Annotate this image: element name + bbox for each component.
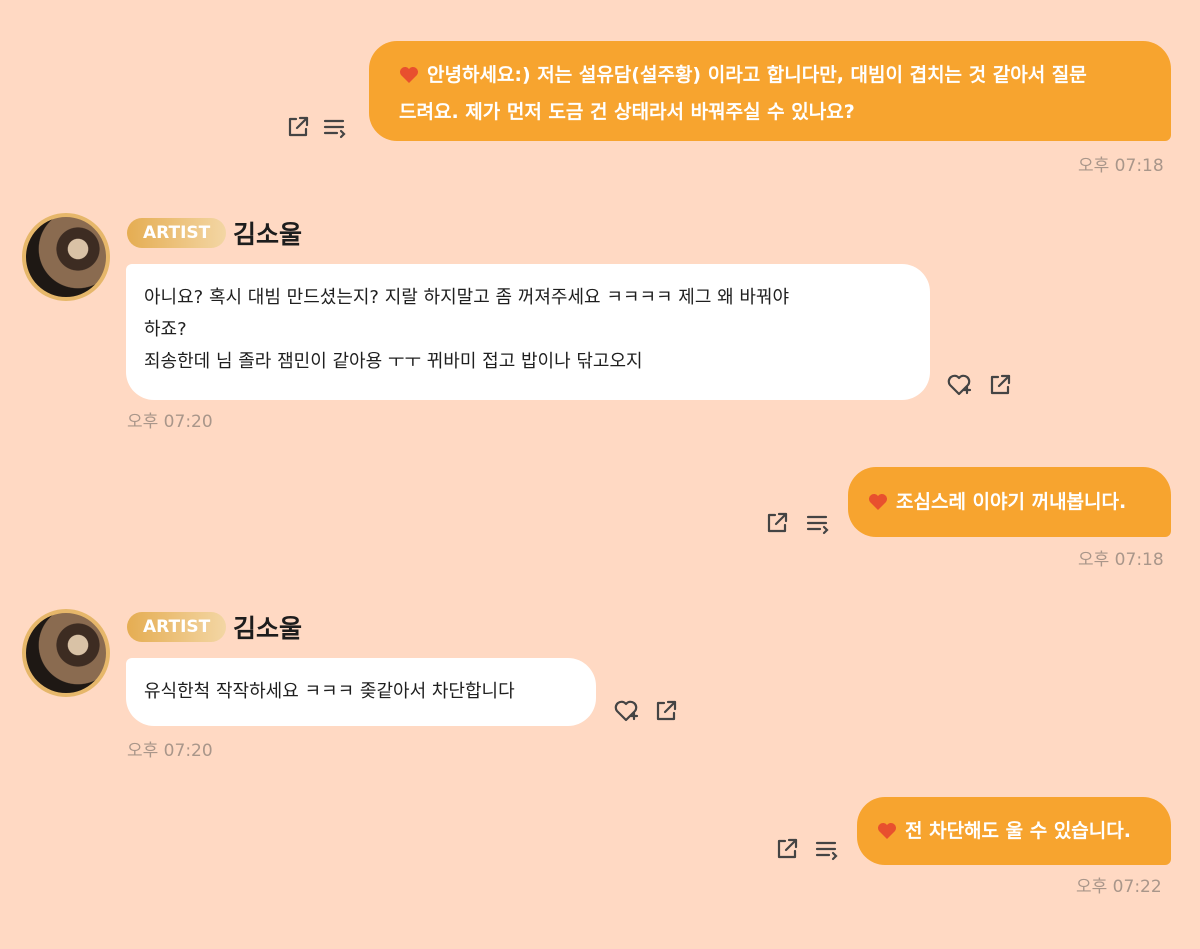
menu-icon[interactable] (814, 836, 840, 862)
heart-reaction-icon[interactable] (946, 372, 972, 398)
share-icon[interactable] (653, 698, 679, 724)
artist-badge: ARTIST (127, 612, 227, 642)
message-bubble-incoming[interactable]: 유식한척 작작하세요 ㅋㅋㅋ 좆같아서 차단합니다 (126, 658, 596, 726)
share-icon[interactable] (764, 510, 790, 536)
sender-name: 김소울 (233, 220, 303, 249)
timestamp: 오후 07:18 (1078, 156, 1164, 176)
share-icon[interactable] (774, 836, 800, 862)
heart-reaction-icon[interactable] (613, 698, 639, 724)
timestamp: 오후 07:18 (1078, 550, 1164, 570)
message-text: 전 차단해도 울 수 있습니다. (905, 820, 1131, 842)
timestamp: 오후 07:22 (1076, 877, 1162, 897)
message-text: 죄송한데 님 졸라 잼민이 같아용 ㅜㅜ 뀌바미 접고 밥이나 닦고오지 (144, 351, 643, 372)
message-bubble-outgoing[interactable]: 안녕하세요:) 저는 설유담(설주황) 이라고 합니다만, 대빔이 겹치는 것 … (369, 41, 1171, 141)
message-text: 하죠? (144, 319, 187, 340)
message-text: 조심스레 이야기 꺼내봅니다. (896, 491, 1127, 513)
message-bubble-incoming[interactable]: 아니요? 혹시 대빔 만드셨는지? 지랄 하지말고 좀 꺼져주세요 ㅋㅋㅋㅋ 제… (126, 264, 930, 400)
message-bubble-outgoing[interactable]: 전 차단해도 울 수 있습니다. (857, 797, 1171, 865)
message-text: 드려요. 제가 먼저 도금 건 상태라서 바꿔주실 수 있나요? (399, 101, 855, 123)
share-icon[interactable] (987, 372, 1013, 398)
menu-icon[interactable] (322, 114, 348, 140)
menu-icon[interactable] (805, 510, 831, 536)
message-text: 아니요? 혹시 대빔 만드셨는지? 지랄 하지말고 좀 꺼져주세요 ㅋㅋㅋㅋ 제… (144, 287, 790, 308)
message-bubble-outgoing[interactable]: 조심스레 이야기 꺼내봅니다. (848, 467, 1171, 537)
timestamp: 오후 07:20 (127, 741, 213, 761)
avatar[interactable] (22, 609, 110, 697)
sender-name: 김소울 (233, 614, 303, 643)
avatar[interactable] (22, 213, 110, 301)
message-text: 유식한척 작작하세요 ㅋㅋㅋ 좆같아서 차단합니다 (144, 681, 515, 702)
timestamp: 오후 07:20 (127, 412, 213, 432)
share-icon[interactable] (285, 114, 311, 140)
artist-badge: ARTIST (127, 218, 227, 248)
message-line: 안녕하세요:) 저는 설유담(설주황) 이라고 합니다만, 대빔이 겹치는 것 … (399, 58, 1141, 95)
heart-icon (877, 817, 897, 851)
heart-icon (868, 488, 888, 522)
heart-icon (399, 61, 419, 95)
message-text: 안녕하세요:) 저는 설유담(설주황) 이라고 합니다만, 대빔이 겹치는 것 … (427, 64, 1087, 86)
